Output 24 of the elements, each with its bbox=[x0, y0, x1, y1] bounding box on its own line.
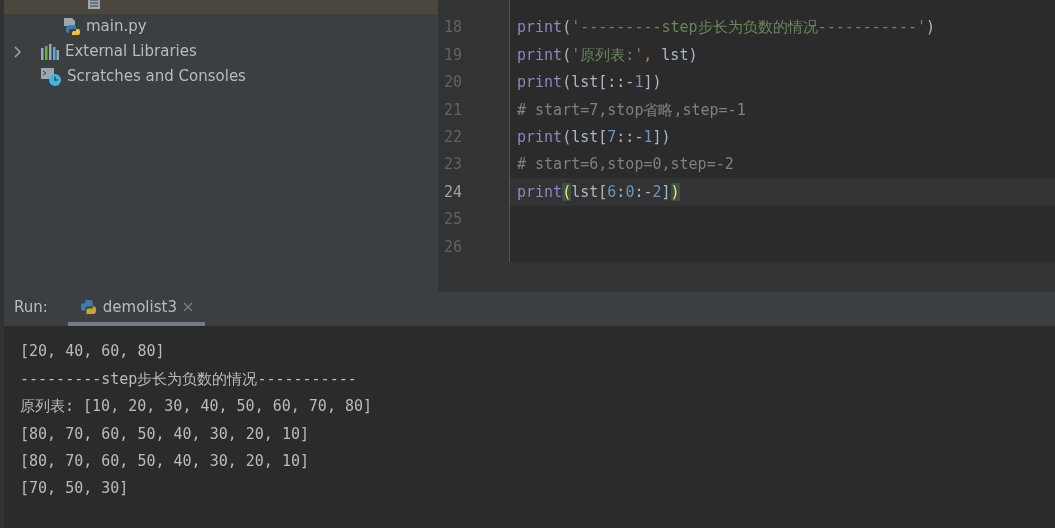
console-line: [80, 70, 60, 50, 40, 30, 20, 10] bbox=[20, 423, 309, 445]
console-line: [80, 70, 60, 50, 40, 30, 20, 10] bbox=[20, 451, 309, 472]
console-line: 原列表: [10, 20, 30, 40, 50, 60, 70, 80] bbox=[20, 396, 373, 418]
code-line: # start=7,stop省略,step=-1 bbox=[517, 99, 746, 121]
console-line: [70, 50, 30] bbox=[20, 478, 129, 500]
console-line: ---------step步长为负数的情况----------- bbox=[20, 368, 357, 390]
libraries-icon bbox=[41, 43, 59, 60]
python-file-icon bbox=[64, 18, 80, 35]
code-line: print('---------step步长为负数的情况-----------') bbox=[517, 17, 936, 39]
code-line: print(lst[::-1]) bbox=[517, 72, 662, 94]
run-label: Run: bbox=[14, 296, 48, 318]
code-line: # start=6,stop=0,step=-2 bbox=[517, 154, 734, 176]
tree-item[interactable]: Scratches and Consoles bbox=[4, 64, 438, 89]
close-icon[interactable] bbox=[182, 302, 193, 312]
scratch-clock-icon bbox=[41, 67, 61, 86]
code-line: print(lst[7::-1]) bbox=[517, 127, 671, 148]
console-line: [20, 40, 60, 80] bbox=[20, 341, 165, 363]
python-icon bbox=[79, 298, 97, 316]
tree-item[interactable]: main.py bbox=[4, 14, 438, 39]
chevron-icon[interactable] bbox=[14, 45, 22, 58]
line-number: 24 bbox=[444, 181, 463, 203]
tree-item[interactable]: External Libraries bbox=[4, 39, 438, 64]
code-line: print(lst[6:0:-2]) bbox=[517, 181, 680, 203]
code-line: print('原列表:', lst) bbox=[517, 44, 698, 66]
